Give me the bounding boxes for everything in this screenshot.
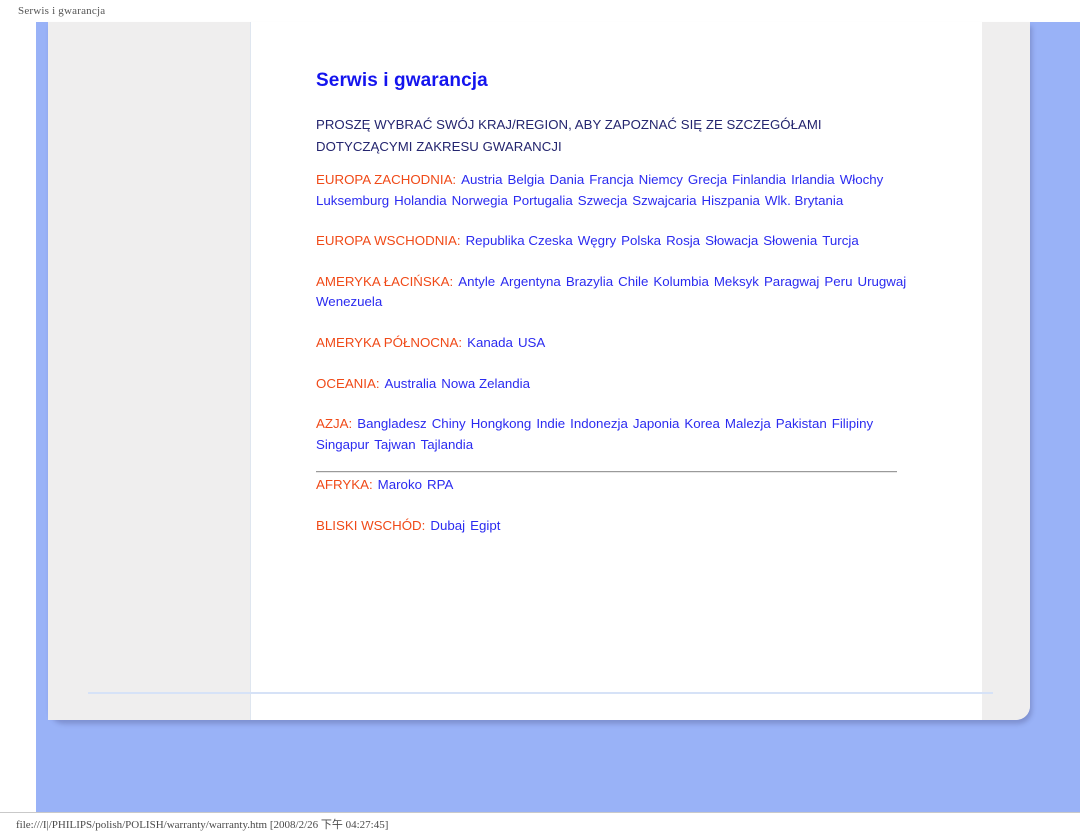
country-link[interactable]: Finlandia [732, 172, 786, 187]
country-link[interactable]: Irlandia [791, 172, 835, 187]
region-country-links: Bangladesz Chiny Hongkong Indie Indonezj… [316, 416, 878, 452]
page-title: Serwis i gwarancja [316, 70, 488, 91]
country-link[interactable]: Singapur [316, 437, 369, 452]
region-block: AFRYKA: Maroko RPA [316, 475, 924, 496]
country-link[interactable]: Holandia [394, 193, 447, 208]
country-link[interactable]: Turcja [822, 233, 858, 248]
country-link[interactable]: Republika Czeska [466, 233, 573, 248]
country-link[interactable]: Węgry [578, 233, 616, 248]
country-link[interactable]: Tajlandia [421, 437, 474, 452]
content-divider [316, 471, 897, 473]
country-link[interactable]: Paragwaj [764, 274, 819, 289]
region-label: AFRYKA: [316, 477, 373, 493]
country-link[interactable]: Filipiny [832, 416, 873, 431]
region-label: AZJA: [316, 416, 353, 432]
country-link[interactable]: Hiszpania [702, 193, 760, 208]
country-link[interactable]: Australia [385, 376, 437, 391]
country-link[interactable]: USA [518, 335, 545, 350]
country-link[interactable]: Dubaj [430, 518, 465, 533]
region-block: AZJA: Bangladesz Chiny Hongkong Indie In… [316, 414, 924, 455]
country-link[interactable]: Polska [621, 233, 661, 248]
regions-list: EUROPA ZACHODNIA: Austria Belgia Dania F… [316, 170, 936, 557]
status-bar-path: file:///I|/PHILIPS/polish/POLISH/warrant… [16, 819, 389, 831]
country-link[interactable]: Wenezuela [316, 294, 382, 309]
link-separator [883, 170, 888, 191]
region-country-links: Kanada USA [462, 335, 545, 350]
country-link[interactable]: Słowenia [763, 233, 817, 248]
link-separator [906, 272, 911, 293]
country-link[interactable]: Kanada [467, 335, 513, 350]
page-field: Serwis i gwarancja PROSZĘ WYBRAĆ SWÓJ KR… [0, 22, 1080, 812]
content-sheet: Serwis i gwarancja PROSZĘ WYBRAĆ SWÓJ KR… [48, 22, 1030, 720]
country-link[interactable]: Rosja [666, 233, 700, 248]
country-link[interactable]: Austria [461, 172, 502, 187]
country-link[interactable]: Maroko [378, 477, 422, 492]
country-link[interactable]: Belgia [508, 172, 545, 187]
country-link[interactable]: Chile [618, 274, 648, 289]
region-block: OCEANIA: Australia Nowa Zelandia [316, 374, 924, 395]
country-link[interactable]: Meksyk [714, 274, 759, 289]
country-link[interactable]: Peru [824, 274, 852, 289]
country-link[interactable]: Malezja [725, 416, 771, 431]
country-link[interactable]: Hongkong [471, 416, 532, 431]
country-link[interactable]: Wlk. Brytania [765, 193, 843, 208]
region-label: OCEANIA: [316, 375, 380, 391]
country-link[interactable]: Kolumbia [653, 274, 708, 289]
country-link[interactable]: Włochy [840, 172, 884, 187]
status-bar: file:///I|/PHILIPS/polish/POLISH/warrant… [0, 812, 1080, 834]
sidebar-nav-column [48, 22, 250, 720]
sheet-bottom-rule [88, 692, 993, 694]
country-link[interactable]: Argentyna [500, 274, 561, 289]
country-link[interactable]: Luksemburg [316, 193, 389, 208]
country-link[interactable]: Dania [550, 172, 585, 187]
region-block: AMERYKA ŁACIŃSKA: Antyle Argentyna Brazy… [316, 272, 924, 313]
country-link[interactable]: Nowa Zelandia [441, 376, 530, 391]
region-block: AMERYKA PÓŁNOCNA: Kanada USA [316, 333, 924, 354]
country-link[interactable]: Tajwan [374, 437, 415, 452]
region-label: BLISKI WSCHÓD: [316, 517, 426, 533]
region-country-links: Maroko RPA [373, 477, 454, 492]
country-link[interactable]: Chiny [432, 416, 466, 431]
print-header-caption: Serwis i gwarancja [18, 5, 106, 17]
page-subtitle: PROSZĘ WYBRAĆ SWÓJ KRAJ/REGION, ABY ZAPO… [316, 117, 822, 154]
country-link[interactable]: Antyle [458, 274, 495, 289]
region-country-links: Australia Nowa Zelandia [380, 376, 530, 391]
country-link[interactable]: Niemcy [639, 172, 683, 187]
country-link[interactable]: Brazylia [566, 274, 613, 289]
region-block: BLISKI WSCHÓD: Dubaj Egipt [316, 516, 924, 537]
country-link[interactable]: Szwajcaria [632, 193, 696, 208]
country-link[interactable]: Pakistan [776, 416, 827, 431]
country-link[interactable]: Norwegia [452, 193, 508, 208]
region-block: EUROPA ZACHODNIA: Austria Belgia Dania F… [316, 170, 924, 211]
country-link[interactable]: Japonia [633, 416, 680, 431]
link-separator [873, 414, 878, 435]
country-link[interactable]: Grecja [688, 172, 727, 187]
region-country-links: Republika Czeska Węgry Polska Rosja Słow… [461, 233, 859, 248]
country-link[interactable]: Egipt [470, 518, 500, 533]
region-label: AMERYKA PÓŁNOCNA: [316, 334, 463, 350]
region-label: EUROPA ZACHODNIA: [316, 172, 457, 187]
country-link[interactable]: Indie [536, 416, 565, 431]
country-link[interactable]: Korea [684, 416, 719, 431]
country-link[interactable]: Słowacja [705, 233, 758, 248]
country-link[interactable]: Bangladesz [357, 416, 427, 431]
document-column: Serwis i gwarancja PROSZĘ WYBRAĆ SWÓJ KR… [250, 22, 982, 720]
country-link[interactable]: Portugalia [513, 193, 573, 208]
country-link[interactable]: RPA [427, 477, 453, 492]
country-link[interactable]: Francja [589, 172, 633, 187]
region-label: EUROPA WSCHODNIA: [316, 233, 461, 249]
sheet-right-strip [982, 22, 1030, 720]
region-block: EUROPA WSCHODNIA: Republika Czeska Węgry… [316, 231, 924, 252]
region-label: AMERYKA ŁACIŃSKA: [316, 273, 454, 289]
country-link[interactable]: Urugwaj [857, 274, 906, 289]
country-link[interactable]: Indonezja [570, 416, 628, 431]
region-country-links: Dubaj Egipt [425, 518, 500, 533]
country-link[interactable]: Szwecja [578, 193, 628, 208]
